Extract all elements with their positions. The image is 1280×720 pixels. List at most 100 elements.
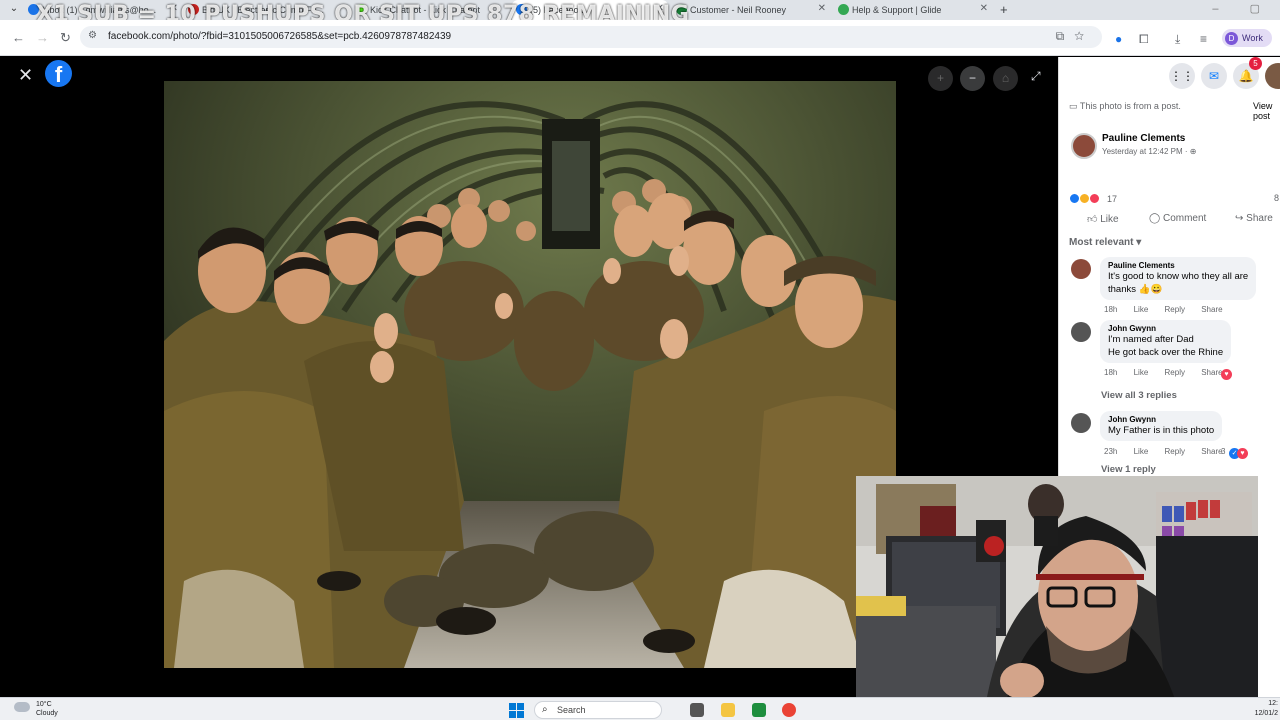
playlist-icon[interactable]: ≡ — [1200, 32, 1207, 46]
windows-taskbar: 10°C Cloudy ⌕ Search 12: 12/01/2 — [0, 697, 1280, 720]
comment-author[interactable]: John Gwynn — [1108, 415, 1214, 424]
reactions-summary[interactable]: 17 — [1069, 193, 1117, 204]
comment-button[interactable]: ◯ Comment — [1149, 213, 1206, 224]
share-icon: ↪ — [1235, 213, 1244, 224]
file-explorer-icon[interactable] — [721, 703, 735, 717]
paratroopers-photo — [164, 81, 896, 668]
avatar: D — [1225, 31, 1238, 45]
comment-reply-link[interactable]: Reply — [1165, 447, 1185, 456]
app-icon[interactable] — [752, 703, 766, 717]
extension-icon[interactable]: ● — [1115, 32, 1122, 46]
profile-label: Work — [1242, 33, 1263, 43]
comment-bubble: John Gwynn My Father is in this photo — [1100, 411, 1223, 441]
comment-share-link[interactable]: Share — [1201, 368, 1222, 377]
comment-meta: 18h Like Reply Share — [1104, 368, 1237, 377]
avatar[interactable] — [1071, 413, 1091, 433]
comment-label: Comment — [1162, 213, 1207, 224]
taskbar-search[interactable]: ⌕ Search — [534, 701, 662, 719]
browser-toolbar: ← → ↻ ⚙ facebook.com/photo/?fbid=3101505… — [0, 20, 1280, 56]
notification-badge: 5 — [1249, 57, 1262, 70]
glide-icon — [838, 4, 849, 15]
comment-reply-link[interactable]: Reply — [1165, 368, 1185, 377]
address-bar[interactable]: ⚙ facebook.com/photo/?fbid=3101505006726… — [80, 26, 1102, 48]
zoom-out-button[interactable]: − — [960, 66, 985, 91]
comment-like-link[interactable]: Like — [1134, 368, 1149, 377]
comment-text: thanks 👍😀 — [1108, 284, 1163, 295]
new-tab-button[interactable]: + — [1000, 2, 1008, 17]
back-button[interactable]: ← — [12, 30, 25, 45]
taskbar-time[interactable]: 12: — [1268, 700, 1278, 707]
webcam-feed — [856, 476, 1258, 702]
comment-reaction-count[interactable]: 3 — [1221, 447, 1225, 456]
post-time[interactable]: Yesterday at 12:42 PM · ⊕ — [1102, 147, 1196, 156]
tab-list-button[interactable]: ⌄ — [6, 3, 22, 17]
url-text[interactable]: facebook.com/photo/?fbid=310150500672658… — [108, 31, 451, 42]
avatar[interactable] — [1071, 133, 1097, 159]
tab-label: Customer - Neil Rooney — [690, 5, 787, 15]
comment-like-link[interactable]: Like — [1134, 447, 1149, 456]
comment-meta: 23h Like Reply Share — [1104, 447, 1237, 456]
like-label: Like — [1100, 214, 1119, 225]
view-replies-link[interactable]: View 1 reply — [1101, 464, 1156, 475]
chrome-icon[interactable] — [782, 703, 796, 717]
love-reaction-icon: ♥ — [1237, 448, 1248, 459]
reaction-count: 17 — [1107, 193, 1118, 204]
search-label: Search — [557, 705, 586, 715]
comment-text: He got back over the Rhine — [1108, 347, 1224, 358]
comment-reply-link[interactable]: Reply — [1165, 305, 1185, 314]
task-view-icon[interactable] — [690, 703, 704, 717]
avatar[interactable] — [1071, 259, 1091, 279]
close-viewer-button[interactable]: ✕ — [18, 65, 33, 86]
comment-icon: ◯ — [1149, 213, 1161, 224]
comment-count[interactable]: 8 — [1274, 193, 1279, 203]
from-post-notice: ▭ This photo is from a post. View post — [1069, 101, 1279, 121]
fullscreen-icon[interactable]: ⤢ — [1031, 69, 1041, 84]
comment-share-link[interactable]: Share — [1201, 305, 1222, 314]
comment-text: My Father is in this photo — [1108, 425, 1215, 436]
comment-author[interactable]: John Gwynn — [1108, 324, 1223, 333]
bookmark-icon[interactable]: ⧉☆ — [1056, 29, 1094, 44]
close-icon[interactable]: ✕ — [980, 3, 988, 14]
tag-photo-button[interactable]: ⌂ — [993, 66, 1018, 91]
puzzle-icon[interactable]: ⧠ — [1139, 32, 1149, 47]
weather-condition[interactable]: Cloudy — [36, 710, 58, 717]
comment-sort-dropdown[interactable]: Most relevant ▾ — [1069, 237, 1141, 248]
download-icon[interactable]: ⤓ — [1175, 32, 1180, 47]
view-post-link[interactable]: View post — [1253, 101, 1279, 121]
close-icon[interactable]: ✕ — [818, 3, 826, 14]
love-reaction-icon — [1089, 193, 1100, 204]
zoom-in-button[interactable]: + — [928, 66, 953, 91]
reload-button[interactable]: ↻ — [60, 30, 71, 46]
comment-meta: 18h Like Reply Share — [1104, 305, 1237, 314]
from-post-text: This photo is from a post. — [1079, 101, 1181, 111]
comment-share-link[interactable]: Share — [1201, 447, 1222, 456]
cloud-icon[interactable] — [14, 702, 30, 712]
window-controls[interactable]: – ▢ — [1212, 2, 1274, 15]
webcam-overlay — [856, 476, 1258, 702]
account-avatar[interactable] — [1265, 63, 1280, 89]
view-replies-link[interactable]: View all 3 replies — [1101, 390, 1177, 401]
comment-age: 18h — [1104, 305, 1118, 314]
facebook-logo-icon[interactable]: f — [45, 60, 72, 87]
taskbar-date[interactable]: 12/01/2 — [1255, 710, 1278, 717]
forward-button[interactable]: → — [36, 30, 49, 45]
browser-tab-glide[interactable]: Help & Support | Glide ✕ — [834, 0, 992, 20]
start-button[interactable] — [509, 703, 524, 718]
comment-like-link[interactable]: Like — [1134, 305, 1149, 314]
browser-tab-customer[interactable]: Customer - Neil Rooney ✕ — [672, 0, 830, 20]
profile-button[interactable]: D Work — [1222, 29, 1272, 47]
notice-icon: ▭ — [1069, 101, 1080, 111]
comment-author[interactable]: Pauline Clements — [1108, 261, 1248, 270]
share-label: Share — [1246, 213, 1273, 224]
site-info-icon[interactable]: ⚙ — [88, 30, 97, 41]
weather-temp[interactable]: 10°C — [36, 701, 52, 708]
avatar[interactable] — [1071, 322, 1091, 342]
messenger-icon[interactable]: ✉ — [1201, 63, 1227, 89]
thumbs-up-icon: 👍︎ — [1087, 214, 1098, 225]
share-button[interactable]: ↪ Share — [1235, 213, 1273, 224]
author-name[interactable]: Pauline Clements — [1102, 133, 1185, 144]
like-button[interactable]: 👍︎ Like — [1087, 213, 1119, 225]
love-reaction-icon[interactable]: ♥ — [1221, 369, 1232, 380]
comment-age: 18h — [1104, 368, 1118, 377]
menu-grid-icon[interactable]: ⋮⋮ — [1169, 63, 1195, 89]
